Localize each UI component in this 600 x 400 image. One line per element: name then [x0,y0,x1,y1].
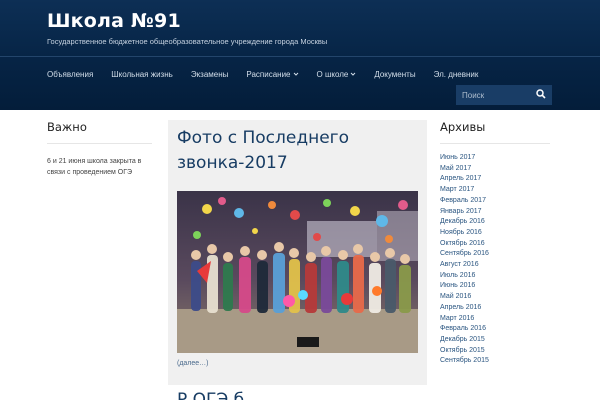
archive-link[interactable]: Февраль 2016 [440,324,550,335]
nav-item-e-diary[interactable]: Эл. дневник [434,68,479,80]
archive-link[interactable]: Сентябрь 2016 [440,249,550,260]
archive-list: Июнь 2017 Май 2017 Апрель 2017 Март 2017… [440,153,550,367]
nav-item-documents[interactable]: Документы [374,68,415,80]
nav-item-school-life[interactable]: Школьная жизнь [111,68,173,80]
widget-text-important: 6 и 21 июня школа закрыта в связи с пров… [47,158,142,176]
archive-link[interactable]: Декабрь 2015 [440,335,550,346]
site-header: Школа №91 Государственное бюджетное обще… [0,0,600,110]
archive-link[interactable]: Август 2016 [440,260,550,271]
archive-link[interactable]: Ноябрь 2016 [440,228,550,239]
nav-label: Документы [374,69,416,79]
post-photo-illustration [177,191,418,353]
nav-item-exams[interactable]: Экзамены [191,68,229,80]
nav-label: Расписание [246,69,291,79]
main-content: Фото с Последнего звонка-2017 (далее…) [168,120,427,385]
search-button[interactable] [530,85,552,105]
archive-link[interactable]: Февраль 2017 [440,196,550,207]
site-title[interactable]: Школа №91 [47,10,181,32]
archive-link[interactable]: Апрель 2016 [440,303,550,314]
search-input[interactable] [456,90,528,100]
read-more-link[interactable]: (далее…) [177,360,209,367]
archive-link[interactable]: Октябрь 2016 [440,239,550,250]
archive-link[interactable]: Сентябрь 2015 [440,356,550,367]
nav-item-about-school[interactable]: О школе [317,68,357,80]
widget-title-important: Важно [47,120,152,144]
nav-label: Объявления [47,69,94,79]
search-box [456,85,552,105]
archive-link[interactable]: Март 2017 [440,185,550,196]
search-icon [536,86,546,104]
nav-label: Эл. дневник [433,69,479,79]
left-sidebar: Важно 6 и 21 июня школа закрыта в связи … [47,120,152,178]
archive-link[interactable]: Май 2017 [440,164,550,175]
nav-item-schedule[interactable]: Расписание [246,68,298,80]
archive-link[interactable]: Май 2016 [440,292,550,303]
header-divider [0,56,600,57]
nav-label: Экзамены [190,69,229,79]
archive-link[interactable]: Декабрь 2016 [440,217,550,228]
archive-link[interactable]: Апрель 2017 [440,174,550,185]
archive-link[interactable]: Июнь 2017 [440,153,550,164]
nav-label: Школьная жизнь [111,69,173,79]
archive-link[interactable]: Июль 2016 [440,271,550,282]
archive-link[interactable]: Июнь 2016 [440,281,550,292]
next-post-title[interactable]: Р ОГЭ б [177,390,244,400]
widget-title-archives: Архивы [440,120,550,144]
post-title[interactable]: Фото с Последнего звонка-2017 [177,126,417,176]
site-description: Государственное бюджетное общеобразовате… [47,37,328,46]
main-nav: Объявления Школьная жизнь Экзамены Распи… [47,68,496,80]
chevron-down-icon [350,71,356,77]
archive-link[interactable]: Октябрь 2015 [440,346,550,357]
archive-link[interactable]: Январь 2017 [440,207,550,218]
right-sidebar: Архивы Июнь 2017 Май 2017 Апрель 2017 Ма… [440,120,550,367]
nav-item-announcements[interactable]: Объявления [47,68,93,80]
archive-link[interactable]: Март 2016 [440,314,550,325]
chevron-down-icon [293,71,299,77]
post-photo[interactable] [177,191,418,353]
nav-label: О школе [316,69,349,79]
